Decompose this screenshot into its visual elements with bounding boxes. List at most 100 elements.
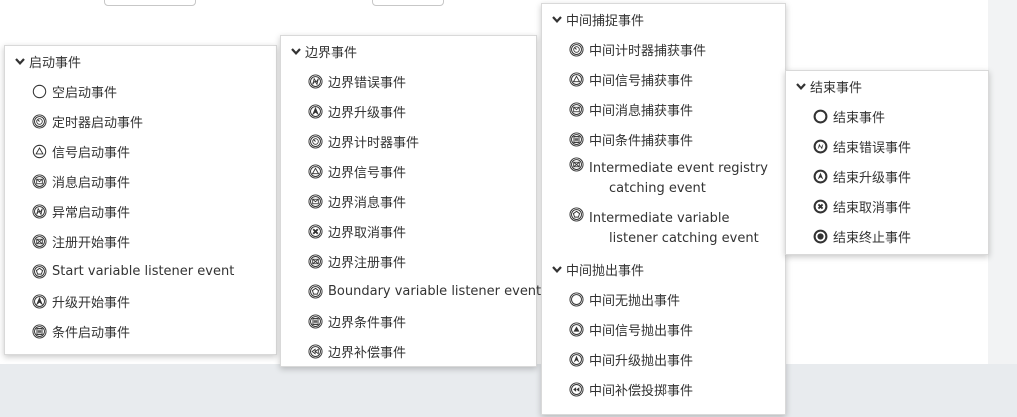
event-menu-item-label: 升级开始事件 bbox=[52, 295, 131, 311]
event-menu-item[interactable]: 中间计时器捕获事件 bbox=[542, 34, 785, 64]
event-menu-item[interactable]: Intermediate event registry catching eve… bbox=[542, 154, 785, 204]
event-menu-item-label: 消息启动事件 bbox=[52, 175, 131, 191]
cancel-icon bbox=[308, 223, 323, 239]
event-menu-item-label: 边界消息事件 bbox=[328, 195, 407, 211]
event-menu-item[interactable]: 边界取消事件 bbox=[281, 216, 536, 246]
group-header[interactable]: 中间抛出事件 bbox=[542, 254, 785, 284]
event-menu-item-label: 中间信号捕获事件 bbox=[589, 73, 694, 89]
timer-icon bbox=[32, 113, 47, 129]
end-none-icon bbox=[813, 109, 828, 124]
signal-icon bbox=[32, 144, 47, 159]
event-menu-item[interactable]: 边界计时器事件 bbox=[281, 126, 536, 156]
end-error-icon bbox=[813, 139, 828, 154]
error-icon bbox=[308, 73, 323, 89]
event-menu-item-label: 空启动事件 bbox=[52, 85, 118, 101]
event-menu-item-label: 边界取消事件 bbox=[328, 225, 407, 241]
event-menu-item[interactable]: Intermediate variable listener catching … bbox=[542, 204, 785, 254]
event-menu-item[interactable]: 消息启动事件 bbox=[5, 166, 276, 196]
start-none-icon bbox=[32, 84, 47, 99]
event-menu-item-label: 中间信号抛出事件 bbox=[589, 323, 694, 339]
event-menu-item[interactable]: 结束事件 bbox=[786, 101, 988, 131]
event-menu-item[interactable]: 信号启动事件 bbox=[5, 136, 276, 166]
group-header[interactable]: 中间捕捉事件 bbox=[542, 4, 785, 34]
event-menu-item-label: 定时器启动事件 bbox=[52, 115, 144, 131]
event-menu-item[interactable]: 中间信号抛出事件 bbox=[542, 314, 785, 344]
event-menu-item-label: 中间补偿投掷事件 bbox=[589, 383, 694, 399]
intermediate-events-panel: 中间捕捉事件中间计时器捕获事件中间信号捕获事件中间消息捕获事件 中间条件捕获事件 I… bbox=[541, 3, 786, 415]
event-menu-item-label: 结束取消事件 bbox=[833, 200, 912, 216]
event-menu-item[interactable]: 空启动事件 bbox=[5, 76, 276, 106]
event-menu-item[interactable]: 边界信号事件 bbox=[281, 156, 536, 186]
end-escalation-icon bbox=[813, 169, 828, 184]
event-menu-item[interactable]: 注册开始事件 bbox=[5, 226, 276, 256]
event-menu-item[interactable]: 边界错误事件 bbox=[281, 66, 536, 96]
event-menu-item[interactable]: 结束错误事件 bbox=[786, 131, 988, 161]
event-menu-item-label: 结束终止事件 bbox=[833, 230, 912, 246]
registry-icon bbox=[569, 157, 584, 172]
message-icon bbox=[32, 173, 47, 189]
group-header[interactable]: 结束事件 bbox=[786, 71, 988, 101]
message-icon bbox=[308, 193, 323, 209]
event-menu-item[interactable]: 结束升级事件 bbox=[786, 161, 988, 191]
event-menu-item[interactable]: 定时器启动事件 bbox=[5, 106, 276, 136]
compensation-throw-icon bbox=[569, 381, 584, 397]
event-menu-item[interactable]: 条件启动事件 bbox=[5, 316, 276, 346]
event-menu-item[interactable]: Boundary variable listener event bbox=[281, 276, 541, 306]
signal-outline-icon bbox=[308, 163, 323, 179]
timer-icon bbox=[308, 133, 323, 149]
event-menu-item[interactable]: 中间条件捕获事件 bbox=[542, 124, 785, 154]
boundary-events-panel: 边界事件边界错误事件边界升级事件边界计时器事件边界信号事件边界消息事件 边界取消事… bbox=[280, 35, 541, 367]
group-header[interactable]: 边界事件 bbox=[281, 36, 536, 66]
chevron-down-icon bbox=[795, 80, 807, 92]
conditional-icon bbox=[32, 323, 47, 339]
compensation-icon bbox=[308, 343, 323, 359]
event-menu-item[interactable]: 边界消息事件 bbox=[281, 186, 536, 216]
error-icon bbox=[32, 203, 47, 219]
end-events-panel: 结束事件 结束事件 结束错误事件 结束升级事件 结束取消事件 结束终止事件 bbox=[785, 70, 989, 255]
chevron-down-icon bbox=[290, 45, 302, 57]
group-title: 中间捕捉事件 bbox=[566, 13, 645, 29]
conditional-icon bbox=[308, 313, 323, 329]
variable-listener-icon bbox=[32, 263, 47, 279]
event-menu-item-label: Intermediate event registry catching eve… bbox=[589, 161, 768, 196]
event-menu-item-label: 异常启动事件 bbox=[52, 205, 131, 221]
toolbar-button-partial[interactable] bbox=[104, 0, 196, 6]
registry-icon bbox=[32, 233, 47, 249]
event-menu-item[interactable]: 中间补偿投掷事件 bbox=[542, 374, 785, 404]
variable-listener-icon bbox=[569, 207, 584, 222]
chevron-down-icon bbox=[551, 263, 563, 275]
throw-none-icon bbox=[569, 291, 584, 307]
event-menu-item-label: 条件启动事件 bbox=[52, 325, 131, 341]
group-title: 边界事件 bbox=[305, 45, 358, 61]
toolbar-button-partial[interactable] bbox=[372, 0, 444, 6]
conditional-icon bbox=[569, 131, 584, 147]
event-menu-item-label: 边界注册事件 bbox=[328, 255, 407, 271]
event-menu-item[interactable]: 边界补偿事件 bbox=[281, 336, 536, 366]
event-menu-item[interactable]: 异常启动事件 bbox=[5, 196, 276, 226]
event-menu-item[interactable]: 结束取消事件 bbox=[786, 191, 988, 221]
event-menu-item-label: 结束事件 bbox=[833, 110, 886, 126]
event-menu-item[interactable]: 中间消息捕获事件 bbox=[542, 94, 785, 124]
event-menu-item-label: 边界错误事件 bbox=[328, 75, 407, 91]
event-menu-item-label: 中间升级抛出事件 bbox=[589, 353, 694, 369]
group-title: 中间抛出事件 bbox=[566, 263, 645, 279]
chevron-down-icon bbox=[551, 13, 563, 25]
event-menu-item[interactable]: 中间升级抛出事件 bbox=[542, 344, 785, 374]
event-menu-item[interactable]: 中间无抛出事件 bbox=[542, 284, 785, 314]
message-icon bbox=[569, 101, 584, 117]
event-menu-item[interactable]: 升级开始事件 bbox=[5, 286, 276, 316]
event-menu-item-label: 边界计时器事件 bbox=[328, 135, 420, 151]
event-menu-item[interactable]: Start variable listener event bbox=[5, 256, 276, 286]
event-menu-item[interactable]: 边界条件事件 bbox=[281, 306, 536, 336]
escalation-icon bbox=[32, 293, 47, 309]
event-menu-item[interactable]: 边界升级事件 bbox=[281, 96, 536, 126]
timer-icon bbox=[569, 41, 584, 57]
escalation-icon bbox=[308, 103, 323, 119]
group-header[interactable]: 启动事件 bbox=[5, 46, 276, 76]
event-menu-item-label: 边界条件事件 bbox=[328, 315, 407, 331]
event-menu-item[interactable]: 边界注册事件 bbox=[281, 246, 536, 276]
end-terminate-icon bbox=[813, 229, 828, 244]
event-menu-item[interactable]: 结束终止事件 bbox=[786, 221, 988, 251]
event-menu-item[interactable]: 中间信号捕获事件 bbox=[542, 64, 785, 94]
event-menu-item-label: 结束错误事件 bbox=[833, 140, 912, 156]
